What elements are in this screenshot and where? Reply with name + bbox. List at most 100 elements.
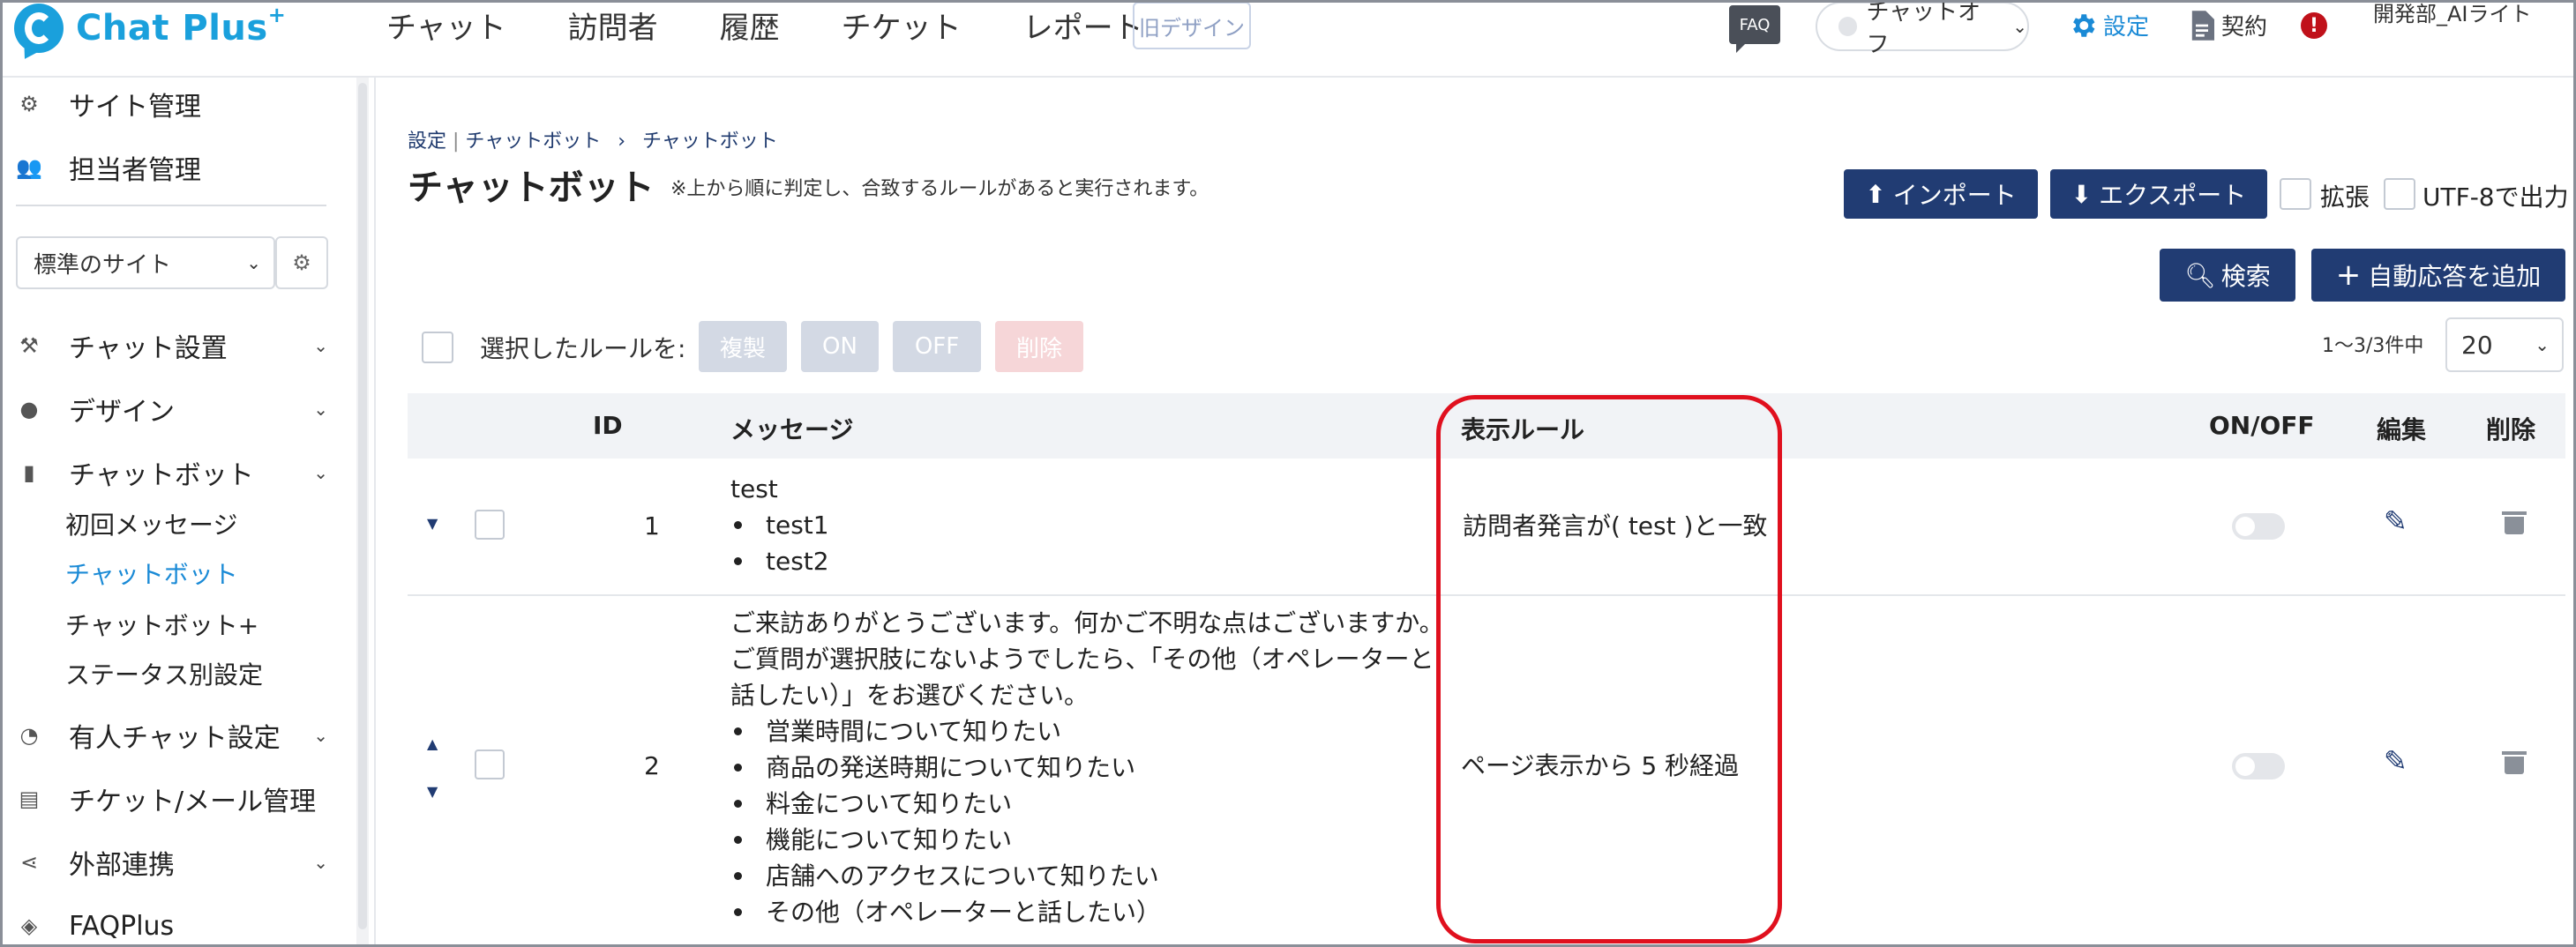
utf8-label: UTF-8で出力	[2422, 183, 2569, 212]
header-delete: 削除	[2486, 415, 2536, 444]
select-all-checkbox[interactable]	[422, 332, 453, 363]
off-button[interactable]: OFF	[893, 321, 981, 372]
list-icon: ▤	[19, 787, 40, 811]
result-count: 1〜3/3件中	[2322, 335, 2424, 357]
message-line: ご来訪ありがとうございます。何かご不明な点はございますか。	[730, 608, 1444, 638]
logo-text: Chat Plus	[76, 8, 268, 48]
faq-button[interactable]: FAQ	[1729, 5, 1780, 53]
sidebar-item-human-chat[interactable]: ◔ 有人チャット設定 ⌄	[0, 711, 353, 760]
message-line: ご質問が選択肢にないようでしたら、「その他（オペレーターと	[730, 645, 1434, 674]
breadcrumb-current: チャットボット	[642, 130, 778, 153]
move-down-icon[interactable]: ▼	[427, 515, 438, 532]
import-button[interactable]: ⬆ インポート	[1844, 169, 2038, 219]
gear-icon: ⚙	[19, 92, 39, 116]
row-checkbox[interactable]	[475, 749, 505, 779]
copy-button[interactable]: 複製	[699, 321, 787, 372]
trash-icon[interactable]	[2502, 511, 2527, 534]
sidebar-divider	[16, 205, 326, 206]
sidebar-scrollbar[interactable]	[356, 78, 369, 947]
chatplus-logo[interactable]: Chat Plus+	[14, 2, 286, 55]
alert-icon[interactable]: !	[2301, 12, 2327, 39]
page-size-value: 20	[2461, 330, 2493, 360]
row-checkbox[interactable]	[475, 510, 505, 540]
sidebar-item-label: デザイン	[69, 397, 175, 428]
header-id: ID	[593, 411, 623, 440]
chevron-down-icon: ⌄	[313, 852, 328, 873]
delete-selected-button[interactable]: 削除	[995, 321, 1083, 372]
logo-sup: +	[267, 3, 287, 27]
message-option: test2	[730, 543, 829, 579]
chevron-down-icon: ⌄	[246, 252, 261, 273]
settings-link[interactable]: 設定	[2068, 9, 2149, 41]
document-icon	[2191, 10, 2214, 41]
header-edit: 編集	[2377, 415, 2427, 444]
contract-link[interactable]: 契約	[2190, 9, 2267, 41]
sidebar-item-design[interactable]: ● デザイン ⌄	[0, 384, 353, 434]
extend-checkbox[interactable]	[2280, 178, 2311, 210]
sidebar-item-label: 外部連携	[69, 850, 175, 881]
chevron-down-icon: ⌄	[313, 335, 328, 356]
old-design-button[interactable]: 旧デザイン	[1133, 2, 1251, 49]
chat-bubble-icon	[14, 4, 64, 53]
sidebar-item-faqplus[interactable]: ◈ FAQPlus	[0, 901, 353, 947]
users-icon: 👥	[16, 155, 42, 180]
header-onoff: ON/OFF	[2209, 411, 2315, 440]
sidebar-sub-chatbot[interactable]: チャットボット	[65, 556, 238, 591]
search-icon: 🔍︎	[2184, 260, 2216, 290]
message-option: test1	[730, 507, 829, 543]
page-title: チャットボット	[408, 168, 655, 208]
page-size-select[interactable]: 20 ⌄	[2445, 317, 2564, 372]
sidebar-item-chat-setup[interactable]: ⚒ チャット設置 ⌄	[0, 321, 353, 370]
top-header: Chat Plus+ チャット 訪問者 履歴 チケット レポート 旧デザイン F…	[0, 0, 2576, 78]
sidebar-item-external[interactable]: ⋖ 外部連携 ⌄	[0, 838, 353, 887]
chevron-down-icon: ⌄	[313, 462, 328, 483]
message-option: 機能について知りたい	[730, 822, 1454, 858]
message-option: 商品の発送時期について知りたい	[730, 749, 1454, 786]
tools-icon: ⚒	[19, 333, 39, 358]
export-button[interactable]: ⬇ エクスポート	[2050, 169, 2267, 219]
user-name[interactable]: 開発部_AIライト	[2373, 0, 2550, 28]
chat-status-dropdown[interactable]: チャットオフ ⌄	[1816, 0, 2029, 58]
nav-reports[interactable]: レポート	[1023, 4, 1143, 47]
move-up-icon[interactable]: ▲	[427, 735, 438, 752]
breadcrumb-chatbot[interactable]: チャットボット	[465, 130, 601, 153]
utf8-checkbox[interactable]	[2384, 178, 2415, 210]
site-select[interactable]: 標準のサイト ⌄	[16, 236, 275, 289]
breadcrumb-separator: ›	[618, 130, 626, 153]
sidebar-sub-status-settings[interactable]: ステータス別設定	[65, 656, 263, 691]
pencil-icon[interactable]: ✎	[2384, 744, 2408, 778]
site-settings-gear-icon[interactable]: ⚙	[275, 236, 328, 289]
top-nav: チャット 訪問者 履歴 チケット レポート	[386, 0, 1205, 49]
sidebar-sub-chatbot-plus[interactable]: チャットボット+	[65, 607, 258, 642]
row-onoff-toggle[interactable]	[2232, 753, 2285, 779]
breadcrumb-settings[interactable]: 設定	[408, 130, 446, 153]
faq-shield-icon: ◈	[20, 913, 38, 938]
sidebar-item-ticket-mail[interactable]: ▤ チケット/メール管理	[0, 774, 353, 824]
row-onoff-toggle[interactable]	[2232, 513, 2285, 540]
message-line: test	[730, 474, 778, 503]
sidebar-item-label: チャット設置	[69, 333, 228, 364]
pencil-icon[interactable]: ✎	[2384, 504, 2408, 538]
chevron-down-icon: ⌄	[2012, 16, 2027, 37]
sidebar-item-chatbot[interactable]: ▮ チャットボット ⌄	[0, 448, 353, 497]
sidebar-item-label: 有人チャット設定	[69, 723, 281, 754]
breadcrumb: 設定 | チャットボット › チャットボット	[408, 130, 778, 153]
on-button[interactable]: ON	[801, 321, 879, 372]
chevron-down-icon: ⌄	[2535, 334, 2550, 355]
nav-history[interactable]: 履歴	[720, 4, 780, 47]
search-button[interactable]: 🔍︎ 検索	[2160, 249, 2295, 302]
sidebar-item-staff-manage[interactable]: 👥 担当者管理	[0, 143, 353, 192]
add-auto-response-button[interactable]: + 自動応答を追加	[2311, 249, 2565, 302]
move-down-icon[interactable]: ▼	[427, 783, 438, 800]
nav-chat[interactable]: チャット	[386, 4, 506, 47]
chat-icon: ▮	[23, 460, 35, 485]
trash-icon[interactable]	[2502, 751, 2527, 774]
status-label: チャットオフ	[1866, 0, 1981, 58]
sidebar-item-label: チケット/メール管理	[69, 787, 317, 817]
nav-tickets[interactable]: チケット	[842, 4, 962, 47]
display-rule-highlight	[1436, 395, 1782, 943]
sidebar-sub-first-message[interactable]: 初回メッセージ	[65, 506, 237, 541]
upload-icon: ⬆	[1865, 179, 1886, 209]
sidebar-item-site-manage[interactable]: ⚙ サイト管理	[0, 79, 353, 129]
nav-visitors[interactable]: 訪問者	[568, 4, 658, 47]
